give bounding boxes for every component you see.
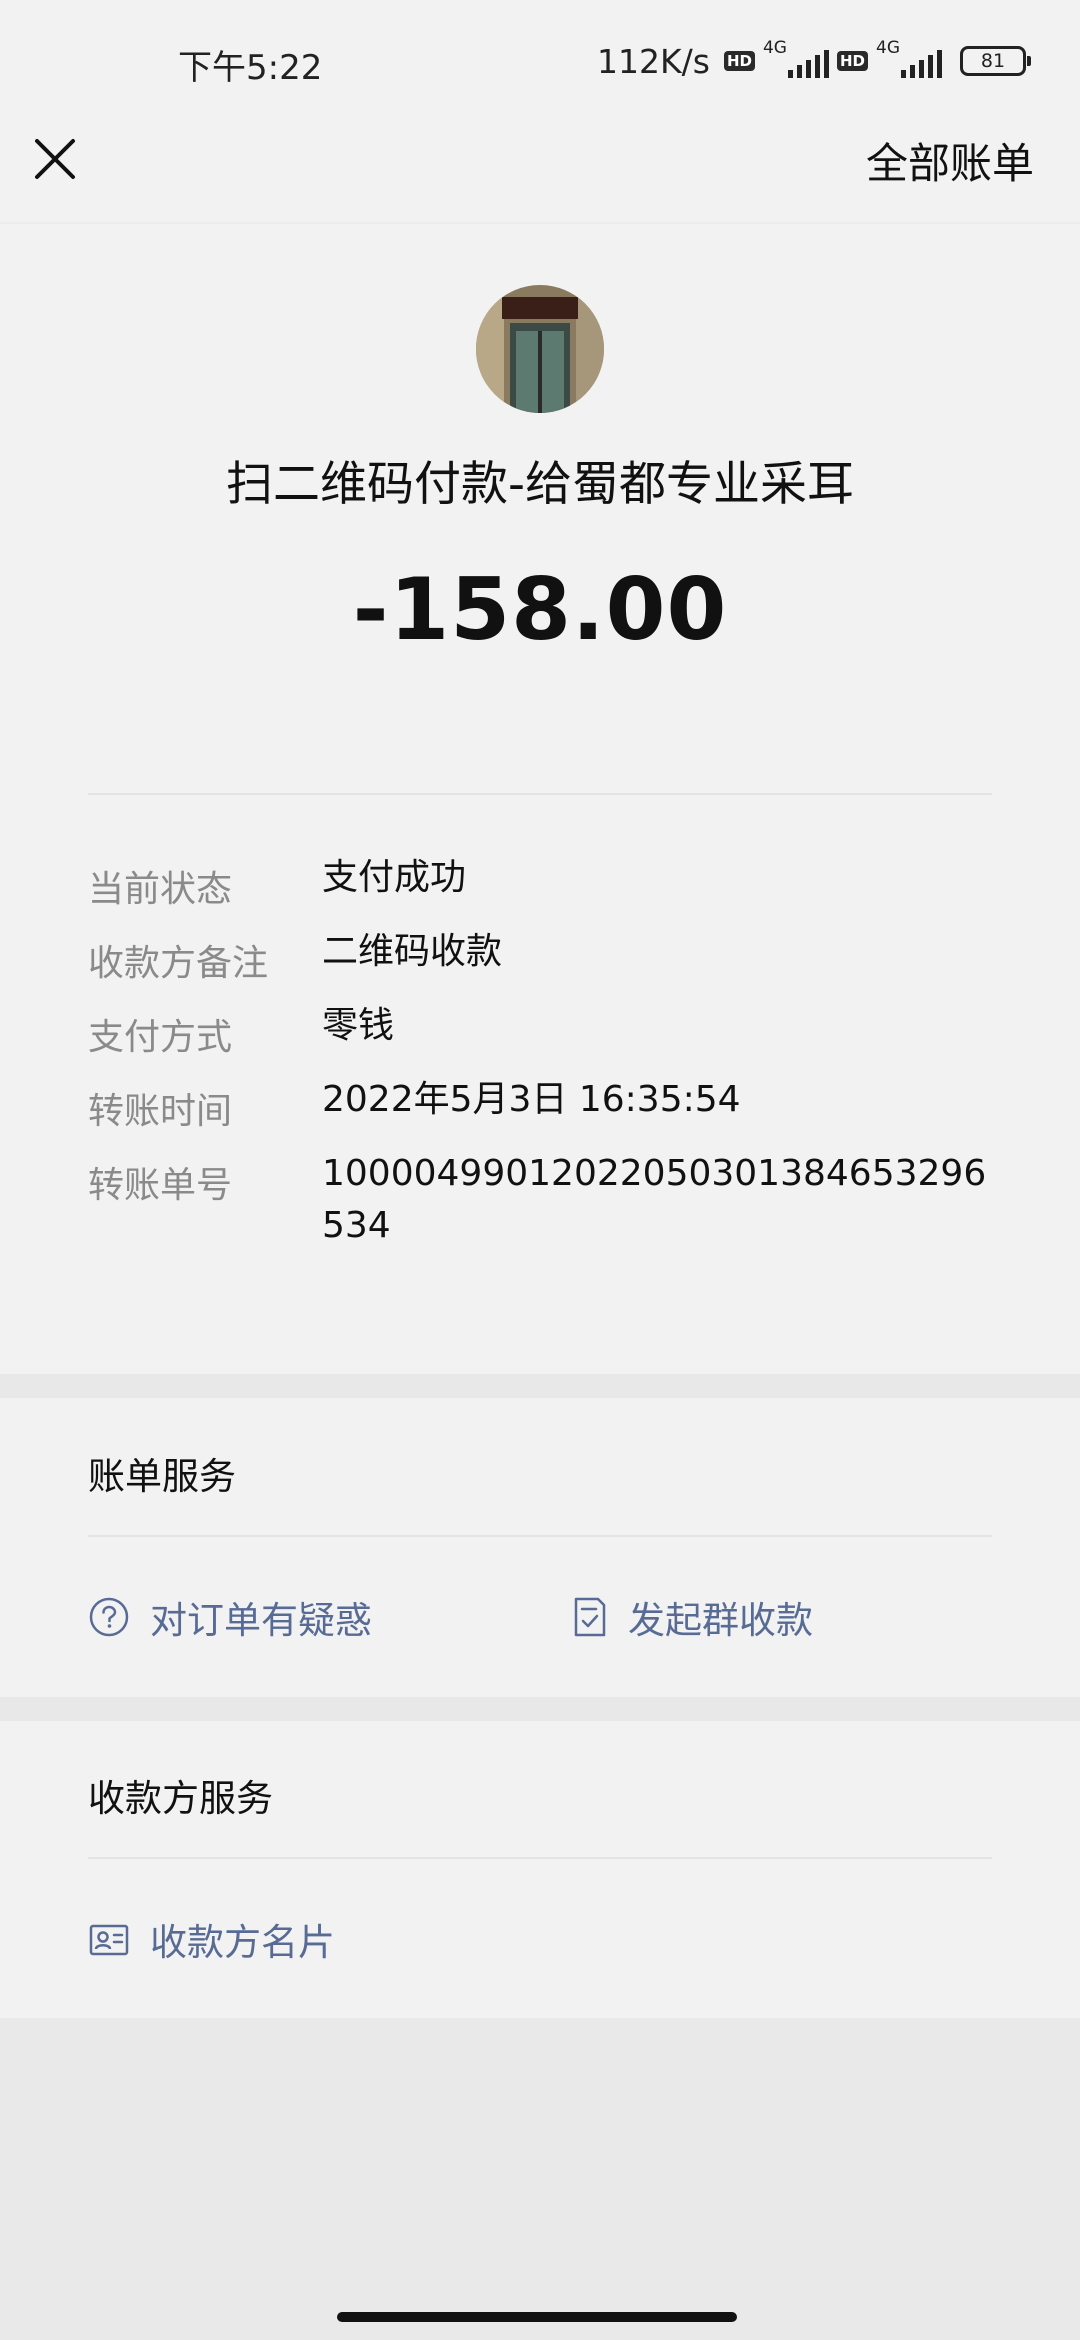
question-icon — [89, 1597, 129, 1637]
header-divider — [0, 222, 1080, 224]
payment-amount: -158.00 — [352, 560, 728, 660]
hd-badge-2: HD — [836, 51, 868, 71]
network-type-2: 4G — [876, 38, 900, 58]
battery-level: 81 — [980, 50, 1006, 72]
business-card-icon — [89, 1924, 129, 1956]
status-bar: 下午5:22 112K/s HD 4G HD 4G 81 — [0, 0, 1080, 122]
bill-detail-page: 下午5:22 112K/s HD 4G HD 4G 81 全部账单 扫二维码付款… — [0, 0, 1080, 2340]
bill-service-title: 账单服务 — [88, 1455, 236, 1498]
group-collect-icon — [574, 1597, 606, 1637]
section-divider — [88, 1857, 992, 1859]
home-indicator[interactable] — [337, 2312, 737, 2322]
section-divider — [88, 1535, 992, 1537]
all-bills-link[interactable]: 全部账单 — [866, 130, 1034, 191]
section-separator — [0, 1374, 1080, 1398]
order-question-button[interactable]: 对订单有疑惑 — [88, 1590, 372, 1644]
status-time: 下午5:22 — [178, 48, 323, 88]
amount-divider — [88, 793, 992, 795]
payee-card-button[interactable]: 收款方名片 — [88, 1912, 335, 1966]
payment-title: 扫二维码付款-给蜀都专业采耳 — [226, 457, 854, 512]
detail-value: 零钱 — [322, 1005, 395, 1046]
section-separator — [0, 1697, 1080, 1721]
detail-label: 转账单号 — [88, 1165, 233, 1206]
detail-label: 当前状态 — [88, 869, 233, 910]
signal-icon-2: 4G — [876, 38, 942, 82]
top-nav-bar: 全部账单 — [0, 122, 1080, 222]
detail-value: 2022年5月3日 16:35:54 — [322, 1079, 741, 1120]
signal-icon: 4G — [762, 38, 829, 82]
status-indicators: 112K/s HD 4G HD 4G 81 — [597, 36, 1031, 86]
group-collect-button[interactable]: 发起群收款 — [572, 1590, 813, 1644]
order-question-label: 对订单有疑惑 — [150, 1599, 372, 1642]
network-type: 4G — [762, 38, 787, 58]
battery-icon: 81 — [960, 46, 1031, 76]
close-button[interactable] — [28, 132, 82, 186]
empty-bottom-area — [0, 2018, 1080, 2340]
detail-value: 支付成功 — [322, 857, 467, 898]
detail-label: 收款方备注 — [88, 943, 269, 984]
transaction-number[interactable]: 100004990120220503013846532965​34 — [322, 1148, 992, 1252]
hd-badge: HD — [723, 51, 755, 71]
network-speed: 112K/s — [597, 41, 710, 81]
merchant-avatar[interactable] — [476, 285, 604, 413]
payee-card-label: 收款方名片 — [150, 1921, 335, 1964]
close-icon — [35, 139, 75, 179]
payee-service-title: 收款方服务 — [88, 1777, 273, 1820]
detail-value: 二维码收款 — [322, 931, 503, 972]
group-collect-label: 发起群收款 — [628, 1599, 813, 1642]
detail-label: 转账时间 — [88, 1091, 233, 1132]
detail-label: 支付方式 — [88, 1017, 233, 1058]
